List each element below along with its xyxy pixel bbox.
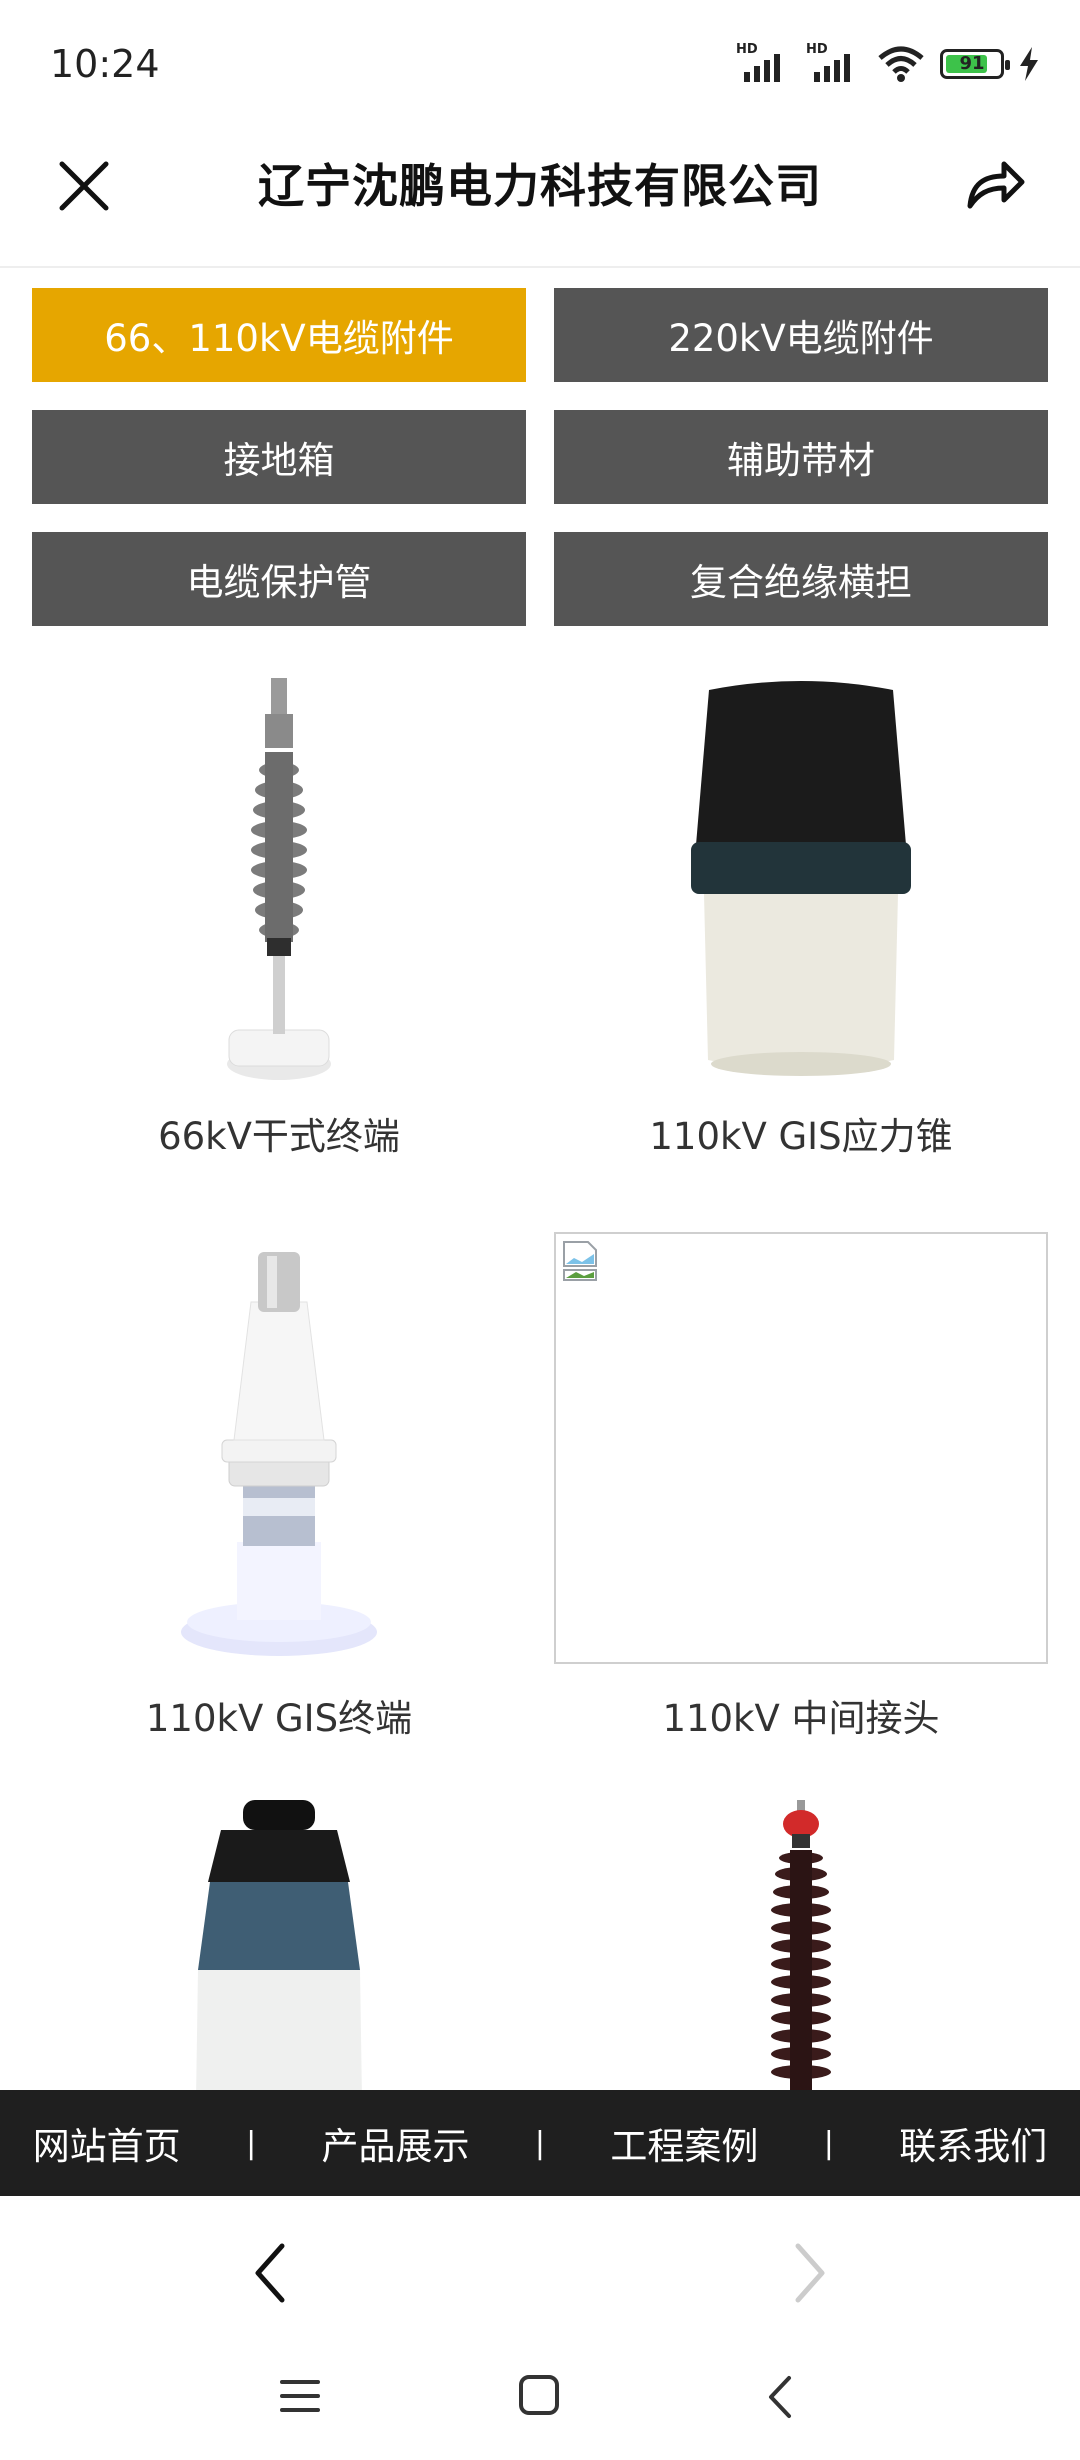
product-card[interactable]: [32, 1800, 526, 2100]
nav-cases[interactable]: 工程案例: [610, 2116, 758, 2170]
site-bottom-nav: 网站首页 | 产品展示 | 工程案例 | 联系我们: [0, 2090, 1080, 2196]
signal-hd-icon: HD: [736, 42, 792, 84]
product-image[interactable]: [554, 660, 1048, 1090]
nav-home[interactable]: 网站首页: [33, 2116, 181, 2170]
page-title: 辽宁沈鹏电力科技有限公司: [258, 159, 822, 213]
wifi-icon: [878, 46, 924, 82]
status-bar: 10:24 HD HD 91: [0, 0, 1080, 130]
product-label[interactable]: 110kV 中间接头: [554, 1688, 1048, 1742]
nav-contact[interactable]: 联系我们: [899, 2116, 1047, 2170]
product-card[interactable]: [554, 1800, 1048, 2094]
product-card[interactable]: 110kV GIS应力锥: [554, 660, 1048, 1158]
nav-separator: |: [246, 2125, 257, 2161]
signal-hd-icon: HD: [806, 42, 862, 84]
category-button-grounding-box[interactable]: 接地箱: [32, 410, 526, 504]
category-grid: 66、110kV电缆附件 220kV电缆附件 接地箱 辅助带材 电缆保护管 复合…: [32, 288, 1048, 626]
product-image[interactable]: [554, 1800, 1048, 2090]
product-card[interactable]: 110kV GIS终端: [32, 1242, 526, 1740]
product-card[interactable]: 110kV 中间接头: [554, 1232, 1048, 1740]
category-button-composite-crossarm[interactable]: 复合绝缘横担: [554, 532, 1048, 626]
product-image[interactable]: [32, 660, 526, 1090]
product-card[interactable]: 66kV干式终端: [32, 660, 526, 1158]
home-square-icon[interactable]: [518, 2374, 560, 2416]
category-button-cable-protection-tube[interactable]: 电缆保护管: [32, 532, 526, 626]
product-image-broken[interactable]: [554, 1232, 1048, 1664]
share-icon[interactable]: [964, 154, 1028, 214]
product-image[interactable]: [32, 1800, 526, 2100]
back-icon[interactable]: [765, 2374, 795, 2420]
product-label[interactable]: 110kV GIS终端: [32, 1688, 526, 1742]
product-label[interactable]: 66kV干式终端: [32, 1106, 526, 1160]
battery-icon: 91: [940, 49, 1010, 79]
menu-icon[interactable]: [280, 2376, 320, 2416]
category-button-220kv[interactable]: 220kV电缆附件: [554, 288, 1048, 382]
nav-separator: |: [534, 2125, 546, 2161]
chevron-left-icon[interactable]: [250, 2238, 290, 2308]
category-button-auxiliary-tape[interactable]: 辅助带材: [554, 410, 1048, 504]
nav-separator: |: [823, 2125, 834, 2161]
broken-image-icon: [563, 1241, 597, 1281]
charging-bolt-icon: [1020, 47, 1038, 81]
chevron-right-icon[interactable]: [790, 2238, 830, 2308]
app-header: 辽宁沈鹏电力科技有限公司: [0, 130, 1080, 268]
browser-nav-bar: [0, 2196, 1080, 2336]
product-image[interactable]: [32, 1242, 526, 1672]
nav-products[interactable]: 产品展示: [322, 2116, 470, 2170]
category-button-66-110kv[interactable]: 66、110kV电缆附件: [32, 288, 526, 382]
system-nav-bar: [0, 2336, 1080, 2460]
status-icons: HD HD 91: [736, 42, 1040, 84]
product-label[interactable]: 110kV GIS应力锥: [554, 1106, 1048, 1160]
status-time: 10:24: [50, 42, 160, 86]
